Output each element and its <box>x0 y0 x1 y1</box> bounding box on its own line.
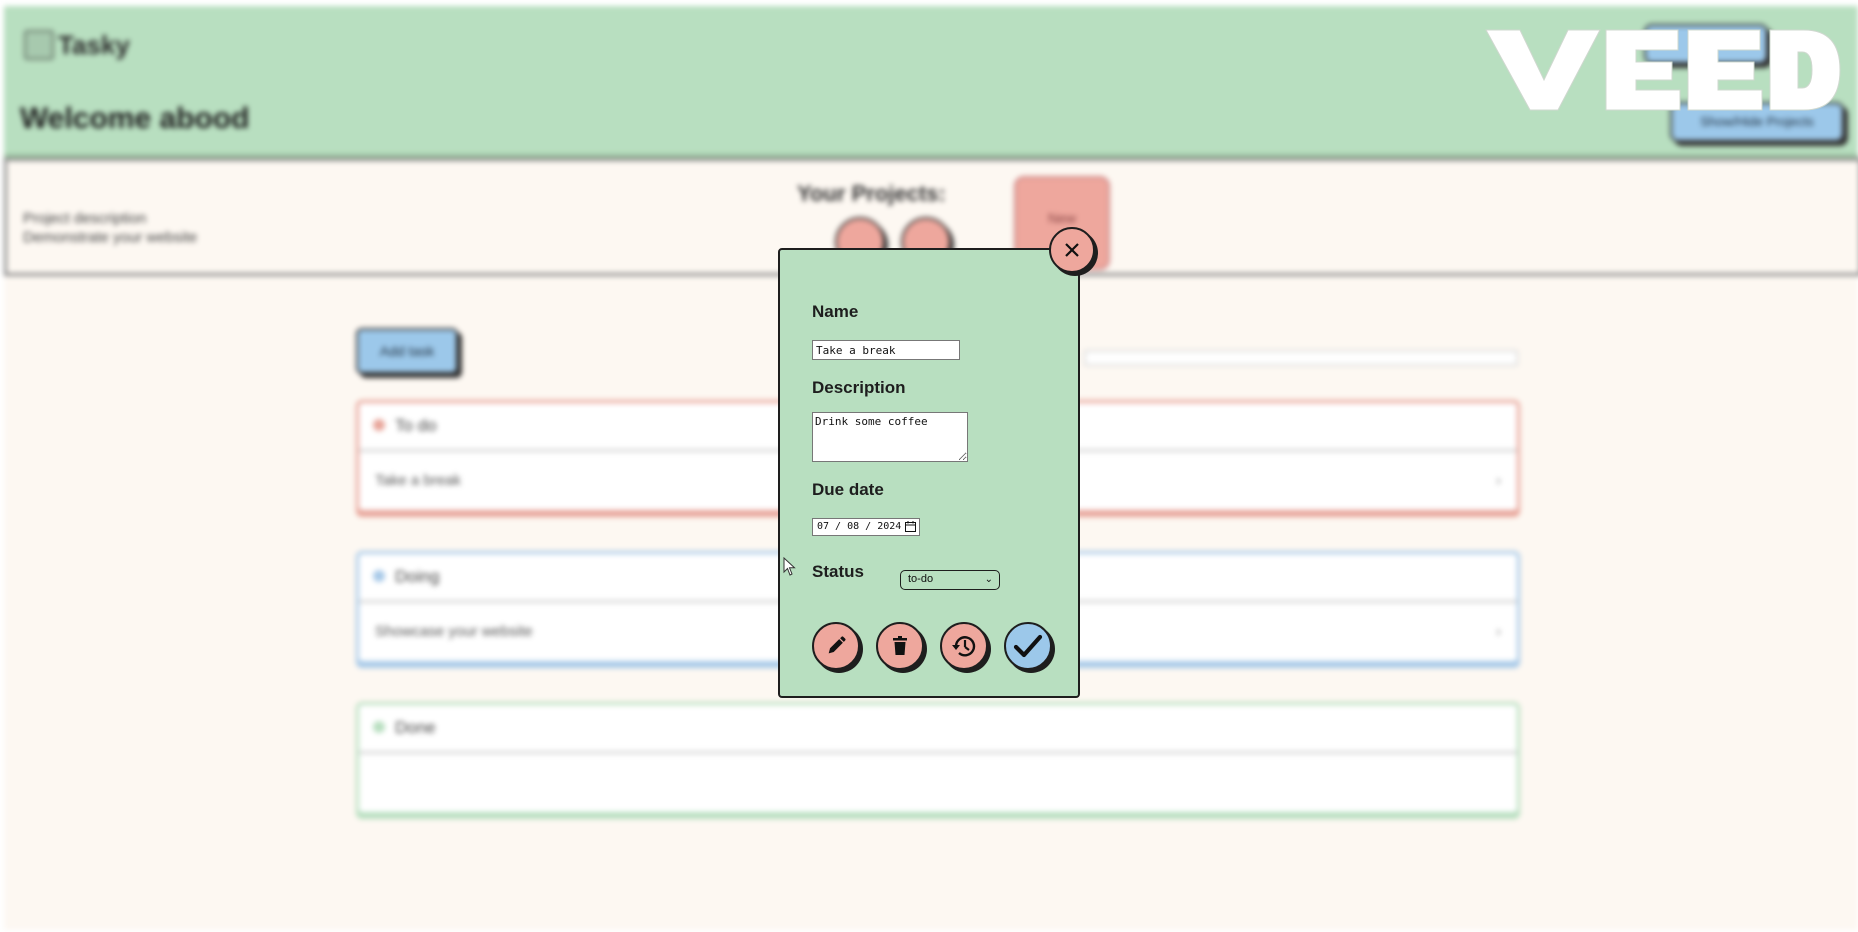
task-title: Take a break <box>375 472 461 489</box>
edit-task-modal: Name Description Drink some coffee Due d… <box>778 248 1080 698</box>
edit-button[interactable] <box>812 622 860 670</box>
project-description-value: Demonstrate your website <box>23 229 198 246</box>
screen: Tasky Welcome abood Show/Hide Projects P… <box>0 0 1858 932</box>
veed-watermark-logo <box>1485 29 1841 111</box>
logo-text: Tasky <box>58 30 130 60</box>
history-icon <box>952 636 976 657</box>
reset-button[interactable] <box>940 622 988 670</box>
group-title: To do <box>395 416 437 435</box>
close-modal-button[interactable] <box>1049 227 1095 273</box>
name-input[interactable] <box>812 340 960 360</box>
your-projects-heading: Your Projects: <box>797 181 946 206</box>
due-date-value: 07 / 08 / 2024 <box>817 521 902 532</box>
calendar-icon[interactable] <box>905 521 916 532</box>
description-label: Description <box>812 378 906 397</box>
status-dot-icon <box>373 721 385 733</box>
mouse-cursor-icon <box>783 557 796 576</box>
done-group: Done <box>356 702 1520 815</box>
save-button[interactable] <box>1004 622 1052 670</box>
due-date-label: Due date <box>812 480 884 499</box>
task-row-empty <box>359 754 1517 812</box>
task-search-field[interactable] <box>1084 350 1518 366</box>
project-description-label: Project description <box>23 210 147 227</box>
status-selected-value: to-do <box>908 573 934 585</box>
welcome-title: Welcome abood <box>20 102 250 135</box>
pencil-icon <box>828 636 846 654</box>
group-header[interactable]: Done <box>359 705 1517 754</box>
due-date-input[interactable]: 07 / 08 / 2024 <box>812 518 920 536</box>
project-description: Project description Demonstrate your web… <box>23 209 197 247</box>
status-label: Status <box>812 562 864 581</box>
logo-icon <box>24 30 54 60</box>
status-dot-icon <box>373 419 385 431</box>
add-task-button[interactable]: Add task <box>356 328 458 374</box>
delete-button[interactable] <box>876 622 924 670</box>
name-label: Name <box>812 302 859 321</box>
group-title: Doing <box>395 567 440 586</box>
trash-icon <box>893 636 907 655</box>
status-select[interactable]: to-do ⌄ <box>900 570 1000 590</box>
task-title: Showcase your website <box>375 623 533 640</box>
chevron-down-icon: ⌄ <box>984 574 993 585</box>
chevron-right-icon: › <box>1496 472 1501 489</box>
description-textarea[interactable]: Drink some coffee <box>812 412 968 462</box>
status-dot-icon <box>373 570 385 582</box>
close-icon <box>1065 243 1079 257</box>
group-title: Done <box>395 718 436 737</box>
chevron-right-icon: › <box>1496 623 1501 640</box>
check-icon <box>1013 634 1043 658</box>
